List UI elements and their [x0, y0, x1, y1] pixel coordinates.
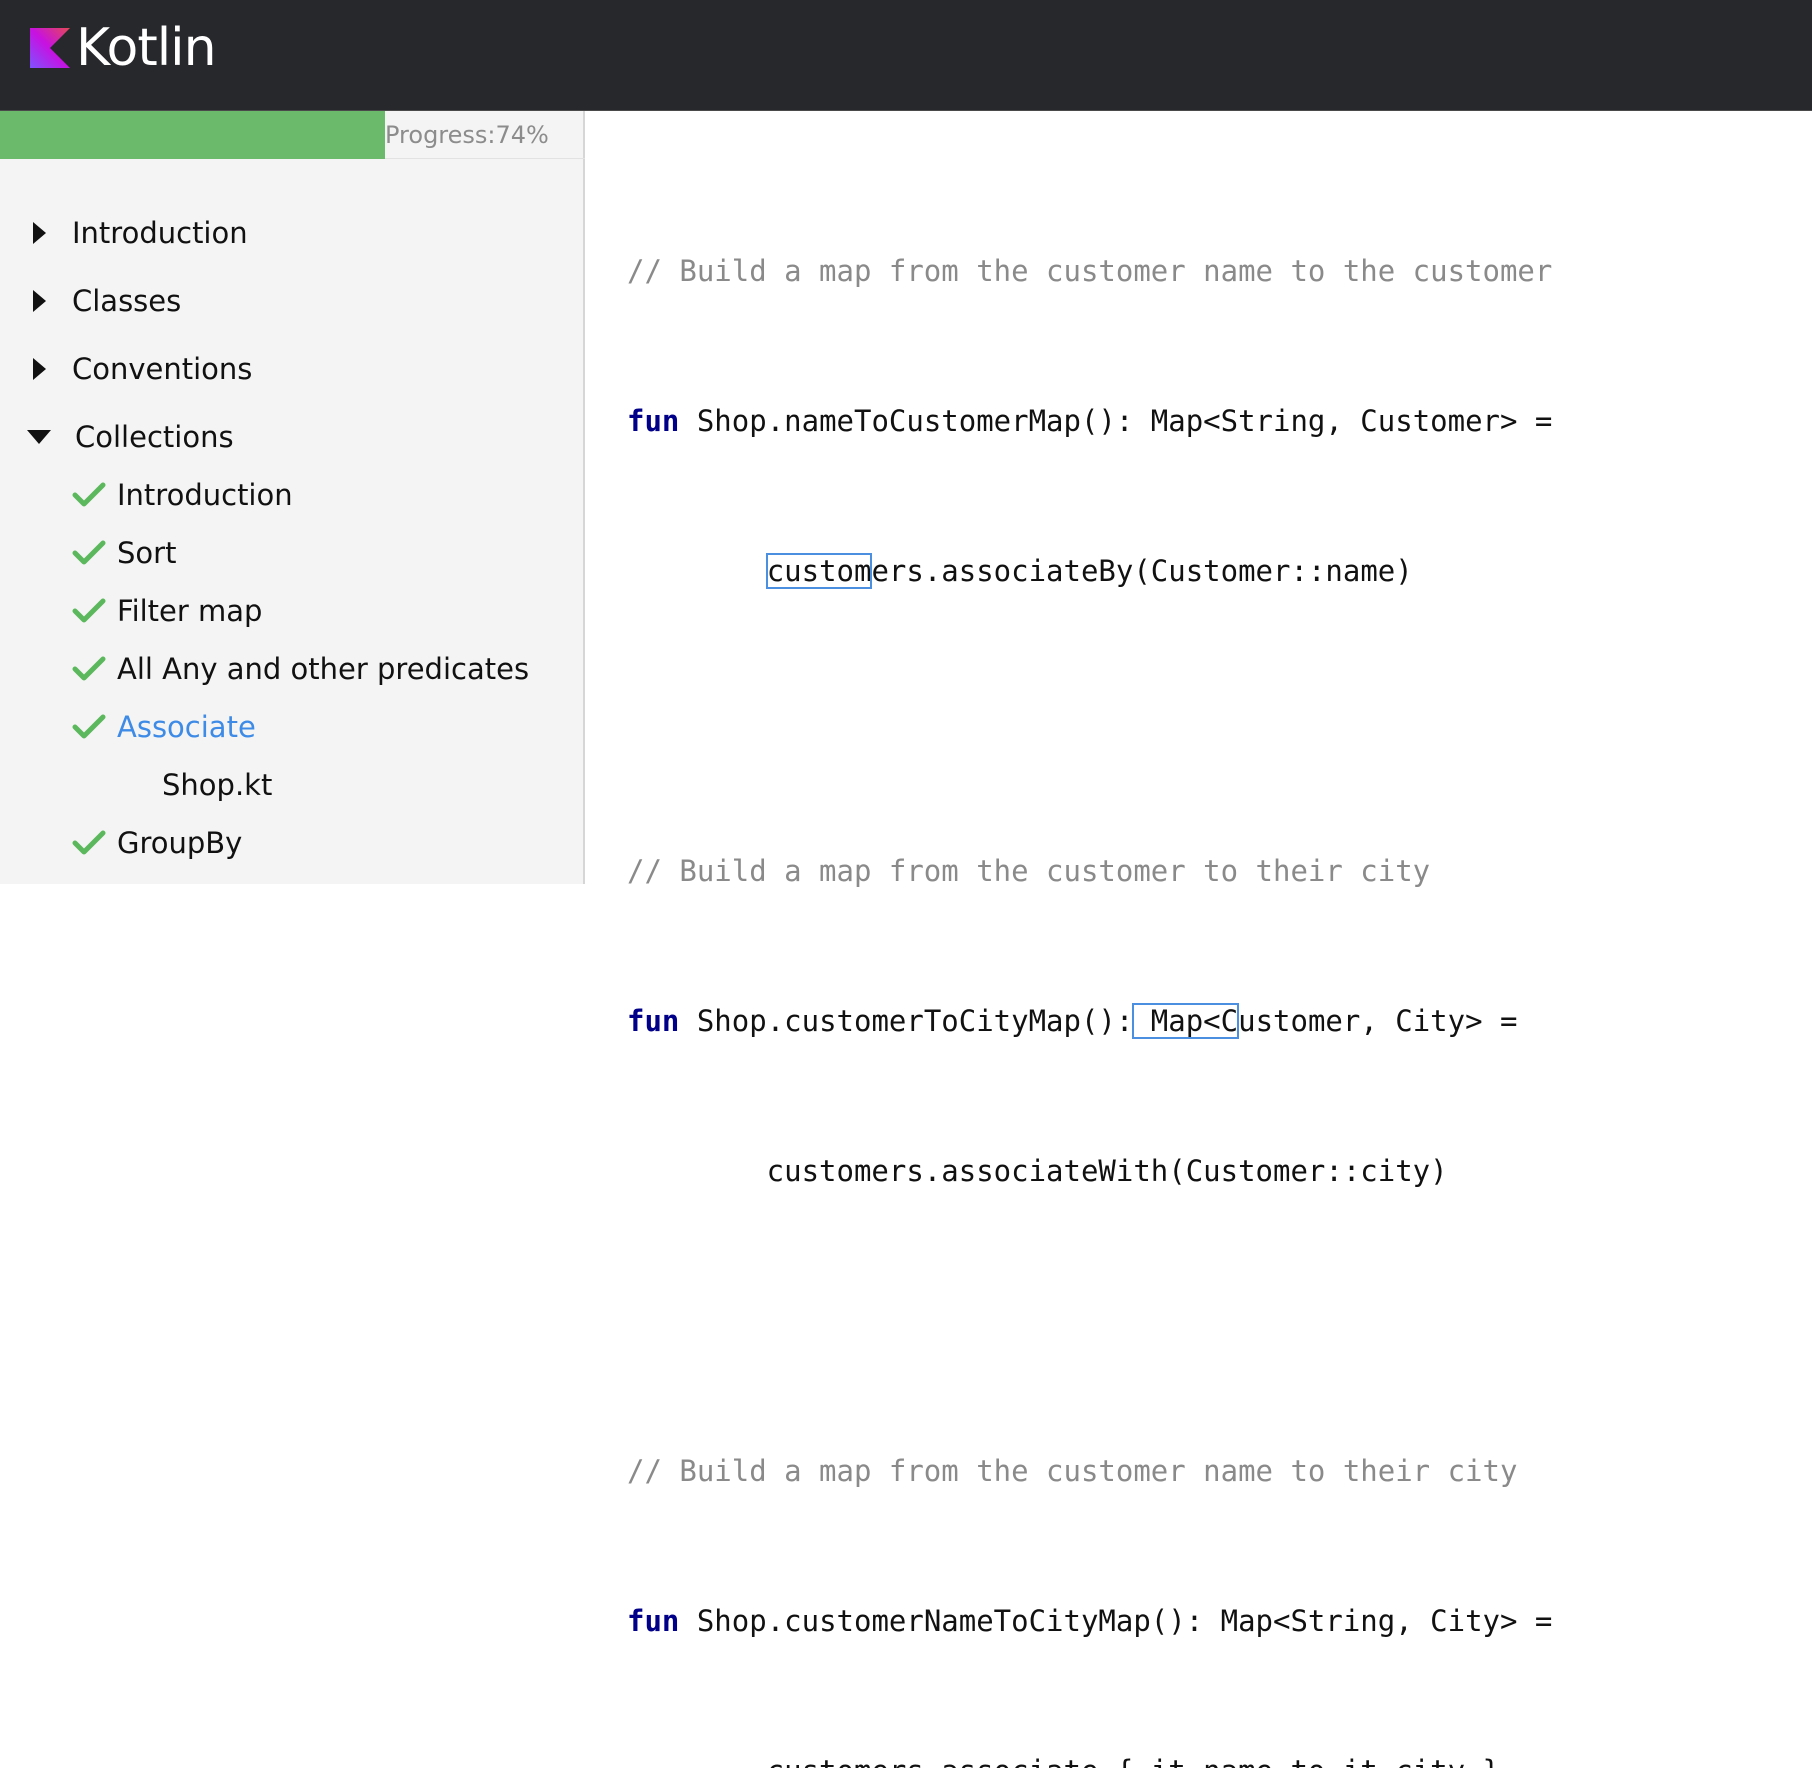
tree-item-associate[interactable]: Associate: [0, 703, 256, 751]
code-keyword: fun: [627, 404, 680, 438]
check-icon: [72, 656, 106, 681]
tree-item-label: GroupBy: [117, 826, 243, 860]
tree-item-label: Filter map: [117, 594, 263, 628]
tree-file-shop-kt[interactable]: Shop.kt: [162, 761, 272, 809]
sidebar: Progress:74% Introduction Classes Conven…: [0, 111, 585, 884]
code-line: fun Shop.nameToCustomerMap(): Map<String…: [627, 396, 1552, 446]
caret-down-icon: [27, 430, 51, 444]
progress-bar: Progress:74%: [0, 111, 585, 159]
tree-item-label: Introduction: [117, 478, 293, 512]
code-line: customers.associateBy(Customer::name): [627, 546, 1552, 596]
file-label: Shop.kt: [162, 768, 273, 802]
code-keyword: fun: [627, 1004, 680, 1038]
code-text: ustomer, City> =: [1238, 1004, 1518, 1038]
code-highlight: Map<C: [1132, 1003, 1240, 1039]
code-line: // Build a map from the customer to thei…: [627, 846, 1552, 896]
tree-section-label: Conventions: [72, 352, 253, 386]
caret-right-icon: [33, 358, 46, 380]
tree-item-filter-map[interactable]: Filter map: [0, 587, 262, 635]
code-editor[interactable]: // Build a map from the customer name to…: [627, 146, 1552, 1768]
progress-label: Progress:74%: [385, 121, 549, 149]
code-text: Shop.customerNameToCityMap(): Map<String…: [679, 1604, 1553, 1638]
tree-item-label: Sort: [117, 536, 177, 570]
tree-section-collections[interactable]: Collections: [0, 413, 234, 461]
tree-section-introduction[interactable]: Introduction: [0, 209, 248, 257]
code-text: customers.associateWith(Customer::city): [627, 1154, 1448, 1188]
code-comment: // Build a map from the customer name to…: [627, 1454, 1518, 1488]
tree-item-introduction[interactable]: Introduction: [0, 471, 293, 519]
progress-fill: [0, 111, 385, 159]
kotlin-logo-icon: [30, 28, 70, 68]
tree-item-all-any[interactable]: All Any and other predicates: [0, 645, 529, 693]
tree-item-label: All Any and other predicates: [117, 652, 530, 686]
code-line: // Build a map from the customer name to…: [627, 246, 1552, 296]
tree-section-label: Collections: [75, 420, 234, 454]
top-bar: Kotlin: [0, 0, 1812, 111]
code-line: customers.associate { it.name to it.city…: [627, 1746, 1552, 1768]
logo-text: Kotlin: [76, 18, 217, 78]
kotlin-logo[interactable]: Kotlin: [30, 18, 217, 78]
code-line: customers.associateWith(Customer::city): [627, 1146, 1552, 1196]
tree-section-conventions[interactable]: Conventions: [0, 345, 252, 393]
tree-section-label: Classes: [72, 284, 182, 318]
code-text: Shop.customerToCityMap():: [679, 1004, 1134, 1038]
code-comment: // Build a map from the customer to thei…: [627, 854, 1431, 888]
code-comment: // Build a map from the customer name to…: [627, 254, 1553, 288]
code-text: ers.associateBy(Customer::name): [871, 554, 1413, 588]
tree-section-classes[interactable]: Classes: [0, 277, 181, 325]
code-text: Shop.nameToCustomerMap(): Map<String, Cu…: [679, 404, 1553, 438]
code-line: fun Shop.customerNameToCityMap(): Map<St…: [627, 1596, 1552, 1646]
check-icon: [72, 830, 106, 855]
caret-right-icon: [33, 290, 46, 312]
tree-item-label: Associate: [117, 710, 256, 744]
code-text: customers.associate { it.name to it.city…: [627, 1754, 1500, 1768]
tree-item-sort[interactable]: Sort: [0, 529, 176, 577]
check-icon: [72, 598, 106, 623]
caret-right-icon: [33, 222, 46, 244]
tree-section-label: Introduction: [72, 216, 248, 250]
tree-item-groupby[interactable]: GroupBy: [0, 819, 242, 867]
code-keyword: fun: [627, 1604, 680, 1638]
check-icon: [72, 540, 106, 565]
code-highlight: custom: [765, 553, 873, 589]
code-line: // Build a map from the customer name to…: [627, 1446, 1552, 1496]
check-icon: [72, 482, 106, 507]
check-icon: [72, 714, 106, 739]
code-line: fun Shop.customerToCityMap(): Map<Custom…: [627, 996, 1552, 1046]
